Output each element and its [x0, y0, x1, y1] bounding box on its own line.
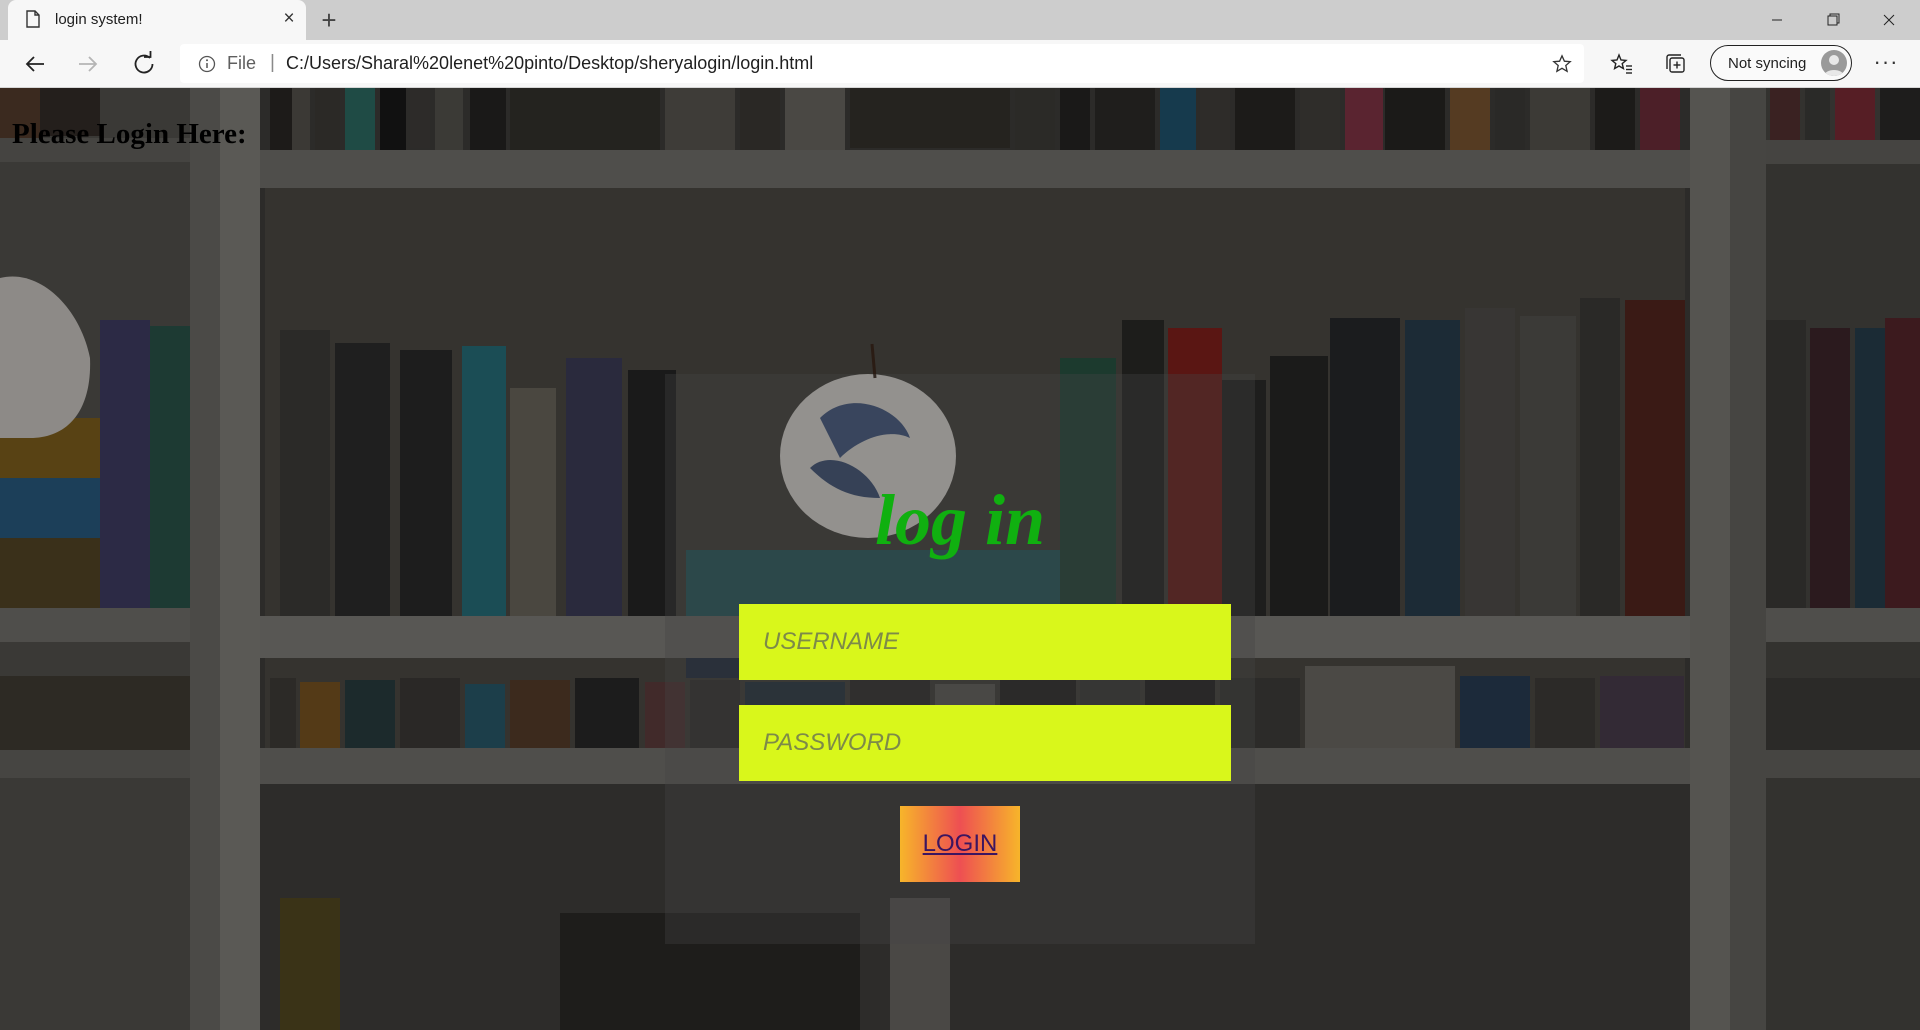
address-bar[interactable]: File | C:/Users/Sharal%20lenet%20pinto/D…	[180, 44, 1584, 83]
page-viewport: Please Login Here: log in LOGIN	[0, 88, 1920, 1030]
page-icon	[26, 10, 40, 28]
login-title: log in	[874, 480, 1046, 560]
new-tab-icon[interactable]: +	[316, 7, 342, 33]
close-tab-icon[interactable]: ×	[280, 9, 298, 29]
reload-icon[interactable]	[128, 48, 160, 80]
url-text[interactable]: C:/Users/Sharal%20lenet%20pinto/Desktop/…	[286, 53, 813, 74]
login-button[interactable]: LOGIN	[900, 806, 1020, 882]
minimize-window-icon[interactable]	[1754, 0, 1800, 40]
browser-tab[interactable]: login system! ×	[8, 0, 306, 40]
avatar	[1821, 50, 1847, 76]
url-separator: |	[270, 52, 275, 73]
back-arrow-icon[interactable]	[19, 48, 51, 80]
restore-window-icon[interactable]	[1810, 0, 1856, 40]
page-heading: Please Login Here:	[12, 118, 247, 150]
sync-status-label: Not syncing	[1728, 55, 1807, 72]
url-scheme: File	[227, 53, 257, 73]
info-icon[interactable]	[198, 55, 216, 73]
browser-toolbar: File | C:/Users/Sharal%20lenet%20pinto/D…	[0, 40, 1920, 88]
add-favorite-star-icon[interactable]	[1552, 54, 1572, 74]
close-window-icon[interactable]	[1866, 0, 1912, 40]
more-options-icon[interactable]: ···	[1870, 48, 1902, 80]
password-input[interactable]	[739, 705, 1231, 781]
favorites-icon[interactable]	[1610, 53, 1634, 75]
tab-title: login system!	[55, 11, 143, 28]
profile-sync-button[interactable]: Not syncing	[1710, 45, 1852, 81]
tab-strip: login system! × +	[0, 0, 1920, 40]
login-button-label: LOGIN	[922, 830, 998, 857]
forward-arrow-icon[interactable]	[72, 48, 104, 80]
collections-icon[interactable]	[1664, 53, 1688, 75]
username-input[interactable]	[739, 604, 1231, 680]
